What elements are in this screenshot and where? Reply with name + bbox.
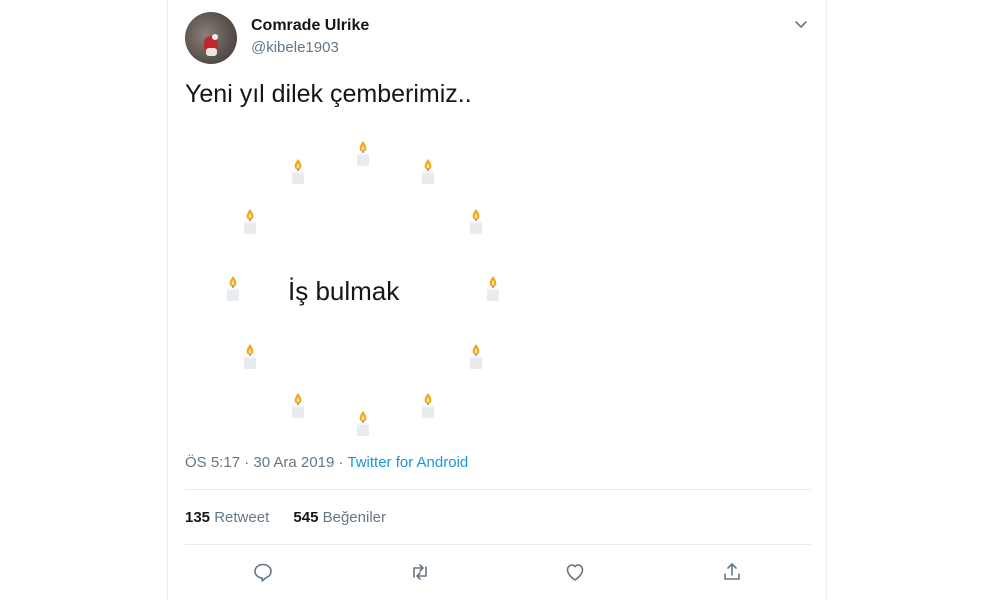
tweet-stats: 135 Retweet 545 Beğeniler	[185, 509, 406, 526]
retweet-icon[interactable]	[408, 560, 432, 584]
likes-label: Beğeniler	[322, 509, 386, 526]
avatar[interactable]	[185, 12, 237, 64]
divider	[185, 544, 811, 545]
candle-icon	[468, 208, 484, 234]
likes-stat[interactable]: 545 Beğeniler	[293, 509, 386, 526]
candle-icon	[468, 343, 484, 369]
candle-icon	[355, 140, 371, 166]
display-name[interactable]: Comrade Ulrike	[251, 17, 369, 35]
candle-icon	[225, 275, 241, 301]
candle-icon	[420, 158, 436, 185]
candle-icon	[290, 392, 306, 418]
retweets-count: 135	[185, 509, 211, 526]
retweets-label: Retweet	[214, 509, 270, 526]
candle-icon	[242, 208, 258, 234]
tweet-text: Yeni yıl dilek çemberimiz..	[185, 80, 472, 108]
divider	[185, 489, 811, 490]
candle-icon	[420, 392, 436, 418]
retweets-stat[interactable]: 135 Retweet	[185, 509, 269, 526]
candle-icon	[355, 410, 371, 436]
share-icon[interactable]	[720, 560, 744, 584]
meta-separator: ·	[334, 454, 348, 471]
candle-icon	[290, 158, 306, 185]
candle-icon	[485, 275, 501, 301]
tweet-time[interactable]: ÖS 5:17	[185, 454, 240, 471]
wish-text: İş bulmak	[288, 276, 400, 306]
likes-count: 545	[293, 509, 319, 526]
reply-icon[interactable]	[251, 560, 275, 584]
tweet-card: Comrade Ulrike @kibele1903 Yeni yıl dile…	[167, 0, 827, 600]
user-handle[interactable]: @kibele1903	[251, 39, 339, 56]
chevron-down-icon[interactable]	[793, 16, 809, 32]
tweet-source-link[interactable]: Twitter for Android	[347, 454, 468, 471]
tweet-date[interactable]: 30 Ara 2019	[253, 454, 334, 471]
like-icon[interactable]	[563, 560, 587, 584]
candle-icon	[242, 343, 258, 369]
tweet-meta: ÖS 5:17 · 30 Ara 2019 · Twitter for Andr…	[185, 454, 468, 471]
meta-separator: ·	[240, 454, 254, 471]
